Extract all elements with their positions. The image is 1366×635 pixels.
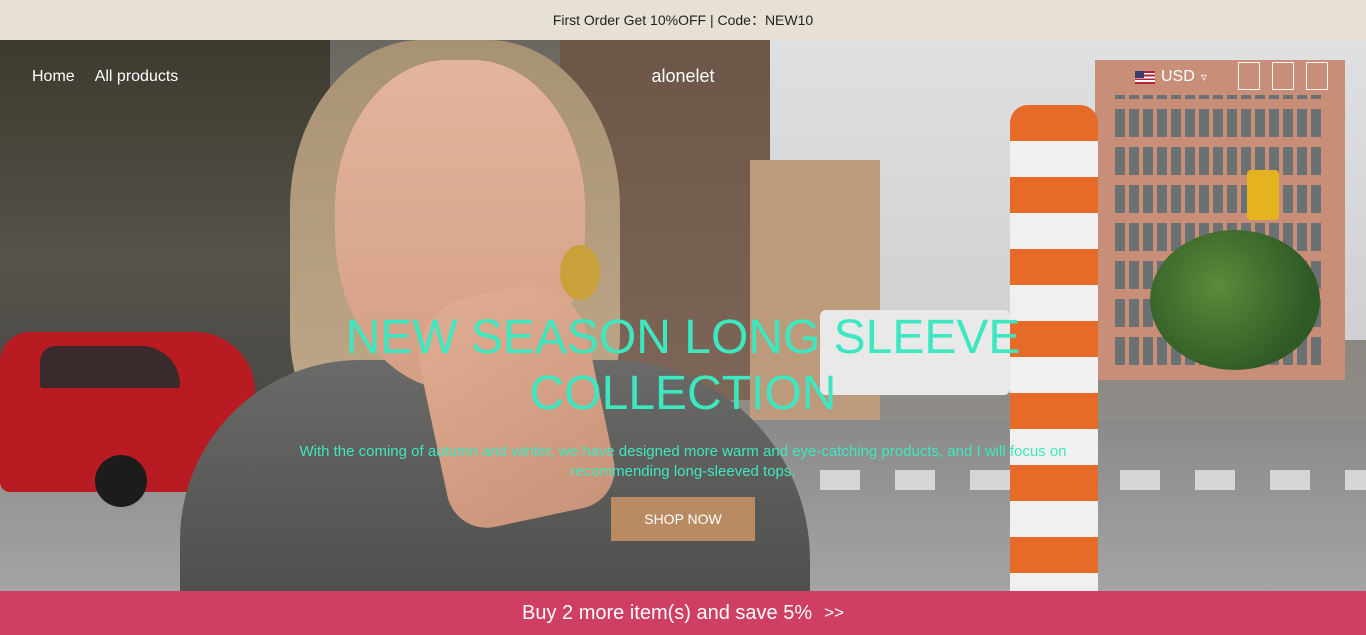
hero-banner[interactable]: NEW SEASON LONG SLEEVE COLLECTION With t…	[0, 40, 1366, 591]
site-header: Home All products alonelet USD ▿	[0, 40, 1366, 112]
cart-icon[interactable]	[1306, 62, 1328, 90]
shop-now-button[interactable]: SHOP NOW	[611, 497, 755, 541]
announcement-bar: First Order Get 10%OFF | Code：NEW10	[0, 0, 1366, 40]
account-icon[interactable]	[1272, 62, 1294, 90]
hero-photo-earring	[560, 245, 600, 300]
promo-text: Buy 2 more item(s) and save 5%	[522, 601, 813, 624]
search-icon[interactable]	[1238, 62, 1260, 90]
promo-arrow-icon[interactable]: >>	[824, 603, 844, 623]
hero-text-block: NEW SEASON LONG SLEEVE COLLECTION With t…	[0, 310, 1366, 482]
hero-subtitle: With the coming of autumn and winter, we…	[299, 443, 1067, 480]
chevron-down-icon: ▿	[1200, 70, 1207, 84]
hero-title: NEW SEASON LONG SLEEVE COLLECTION	[345, 311, 1021, 420]
hero-photo-traffic-light	[1247, 170, 1279, 220]
currency-selector[interactable]: USD ▿	[1135, 68, 1207, 86]
promo-bar[interactable]: Buy 2 more item(s) and save 5% >>	[0, 591, 1366, 635]
site-logo-text[interactable]: alonelet	[651, 66, 714, 86]
currency-label: USD	[1161, 68, 1195, 85]
announcement-text: First Order Get 10%OFF | Code：NEW10	[552, 12, 814, 28]
us-flag-icon	[1135, 70, 1155, 84]
